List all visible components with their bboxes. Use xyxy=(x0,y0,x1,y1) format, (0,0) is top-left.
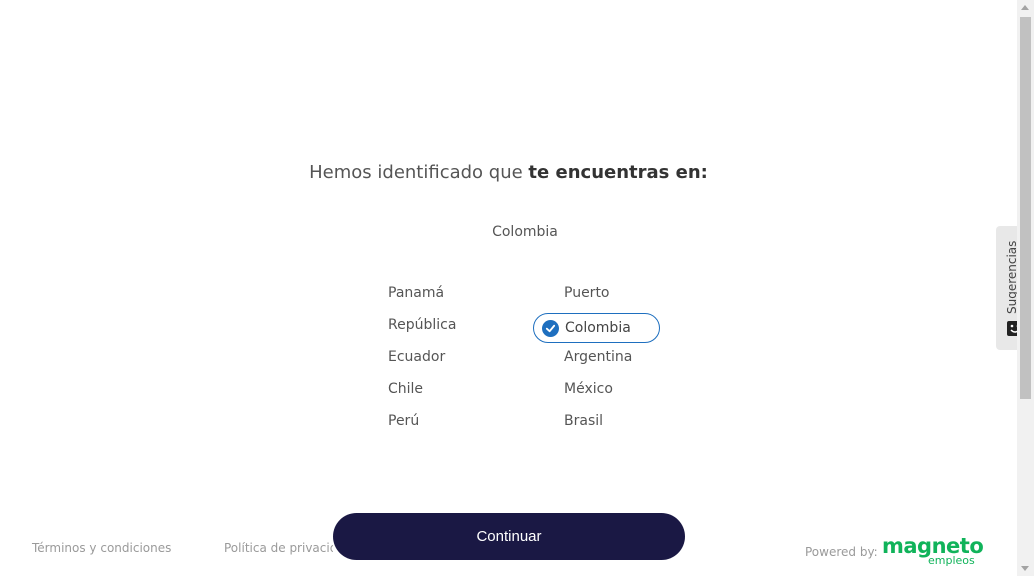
detected-country: Colombia xyxy=(492,224,558,240)
country-option-colombia-selected[interactable]: Colombia xyxy=(533,313,660,343)
country-option-argentina[interactable]: Argentina xyxy=(564,349,632,365)
terms-link[interactable]: Términos y condiciones xyxy=(32,541,171,555)
powered-by-label: Powered by: xyxy=(805,545,878,559)
logo-sub-text: empleos xyxy=(928,554,975,567)
scroll-down-arrow-icon[interactable] xyxy=(1021,566,1029,571)
selected-country-label: Colombia xyxy=(565,320,631,336)
country-option-mexico[interactable]: México xyxy=(564,381,613,397)
magneto-logo: magneto empleos xyxy=(882,536,984,570)
country-option-chile[interactable]: Chile xyxy=(388,381,423,397)
heading-prefix: Hemos identificado que xyxy=(309,162,529,183)
country-option-puerto[interactable]: Puerto xyxy=(564,285,610,301)
scroll-up-arrow-icon[interactable] xyxy=(1021,5,1029,10)
country-detection-heading: Hemos identificado que te encuentras en: xyxy=(0,162,1017,183)
scrollbar-thumb[interactable] xyxy=(1020,17,1031,399)
privacy-link[interactable]: Política de privacidad xyxy=(224,541,333,555)
country-option-peru[interactable]: Perú xyxy=(388,413,419,429)
country-option-republica[interactable]: República xyxy=(388,317,456,333)
vertical-scrollbar[interactable] xyxy=(1017,0,1034,576)
country-option-panama[interactable]: Panamá xyxy=(388,285,444,301)
country-option-ecuador[interactable]: Ecuador xyxy=(388,349,445,365)
heading-emphasis: te encuentras en: xyxy=(528,162,708,183)
continue-button[interactable]: Continuar xyxy=(333,513,685,560)
check-circle-icon xyxy=(542,319,559,337)
country-option-brasil[interactable]: Brasil xyxy=(564,413,603,429)
